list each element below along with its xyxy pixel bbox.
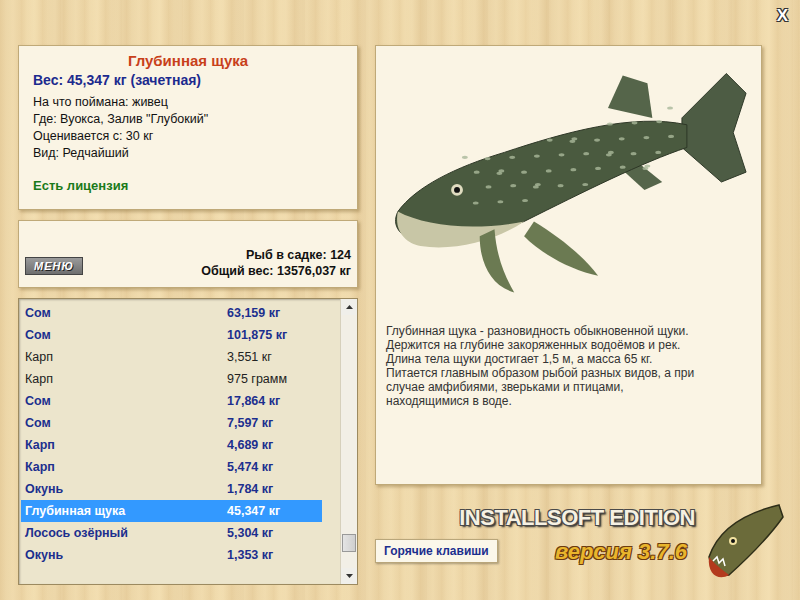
pike-picture [386, 62, 751, 302]
keepnet-stats: Рыб в садке: 124Общий вес: 13576,037 кг [201, 247, 351, 279]
catch-name: Сом [25, 306, 227, 320]
fish-weight: Вес: 45,347 кг (зачетная) [33, 72, 343, 88]
fish-detail: Оценивается с: 30 кг [33, 128, 343, 145]
window-header: X [18, 0, 792, 45]
fish-detail: Где: Вуокса, Залив "Глубокий" [33, 111, 343, 128]
catch-name: Окунь [25, 548, 227, 562]
version-label: версия 3.7.6 [555, 539, 687, 565]
catch-name: Карп [25, 372, 227, 386]
brand-area: INSTALLSOFT EDITION Горячие клавиши версия… [375, 505, 695, 563]
catch-weight: 1,353 кг [227, 548, 322, 562]
catch-weight: 3,551 кг [227, 350, 322, 364]
catch-row[interactable]: Сом17,864 кг [21, 390, 322, 412]
catch-weight: 45,347 кг [227, 504, 322, 518]
right-column: Глубинная щука - разновидность обыкновен… [375, 45, 792, 600]
description-line: Держится на глубине закоряженных водоёмо… [386, 338, 751, 352]
catch-row[interactable]: Карп5,474 кг [21, 456, 322, 478]
logo [699, 497, 787, 585]
catch-row[interactable]: Окунь1,784 кг [21, 478, 322, 500]
catch-weight: 5,304 кг [227, 526, 322, 540]
close-button[interactable]: X [773, 6, 792, 26]
scroll-down-button[interactable] [341, 568, 357, 584]
main-area: Глубинная щука Вес: 45,347 кг (зачетная) Н… [18, 45, 792, 600]
fish-picture [386, 54, 751, 309]
scroll-space [341, 315, 357, 534]
catch-row[interactable]: Глубинная щука45,347 кг [21, 500, 322, 522]
total-weight: Общий вес: 13576,037 кг [201, 263, 351, 279]
catch-weight: 63,159 кг [227, 306, 322, 320]
catch-weight: 1,784 кг [227, 482, 322, 496]
pike-logo-icon [699, 497, 787, 585]
catch-row[interactable]: Сом63,159 кг [21, 302, 322, 324]
catch-name: Сом [25, 416, 227, 430]
scroll-track[interactable] [341, 315, 357, 568]
catch-row[interactable]: Сом101,875 кг [21, 324, 322, 346]
catch-name: Лосось озёрный [25, 526, 227, 540]
description-line: находящимися в воде. [386, 394, 751, 408]
fish-detail: Вид: Редчайший [33, 145, 343, 162]
catch-row[interactable]: Карп3,551 кг [21, 346, 322, 368]
hotkeys-button[interactable]: Горячие клавиши [375, 539, 498, 563]
catch-name: Окунь [25, 482, 227, 496]
fish-info-panel: Глубинная щука - разновидность обыкновен… [375, 45, 762, 485]
catch-weight: 975 грамм [227, 372, 322, 386]
catch-row[interactable]: Лосось озёрный5,304 кг [21, 522, 322, 544]
scrollbar[interactable] [340, 299, 357, 584]
scroll-up-button[interactable] [341, 299, 357, 315]
up-arrow-icon [346, 305, 353, 309]
catch-row[interactable]: Сом7,597 кг [21, 412, 322, 434]
brand-bottom-row: Горячие клавиши версия 3.7.6 [375, 539, 695, 563]
catch-row[interactable]: Окунь1,353 кг [21, 544, 322, 566]
scroll-thumb[interactable] [342, 534, 356, 552]
description-line: Длина тела щуки достигает 1,5 м, а масса… [386, 352, 751, 366]
fish-description: Глубинная щука - разновидность обыкновен… [386, 324, 751, 408]
catch-name: Глубинная щука [25, 504, 227, 518]
catch-name: Карп [25, 350, 227, 364]
fish-count: Рыб в садке: 124 [201, 247, 351, 263]
catch-name: Сом [25, 328, 227, 342]
keepnet-panel: МЕНЮ Рыб в садке: 124Общий вес: 13576,037… [18, 220, 358, 288]
catch-weight: 4,689 кг [227, 438, 322, 452]
menu-button[interactable]: МЕНЮ [25, 257, 83, 275]
fish-title: Глубинная щука [33, 52, 343, 69]
catch-name: Карп [25, 460, 227, 474]
license-status: Есть лицензия [33, 178, 343, 193]
scroll-space [341, 552, 357, 568]
edition-name: INSTALLSOFT EDITION [459, 505, 695, 531]
fish-card: Глубинная щука Вес: 45,347 кг (зачетная) Н… [18, 45, 358, 210]
description-line: Глубинная щука - разновидность обыкновен… [386, 324, 751, 338]
catch-list: Сом63,159 кгСом101,875 кгКарп3,551 кгКар… [18, 298, 358, 585]
fish-detail: На что поймана: живец [33, 94, 343, 111]
catch-weight: 7,597 кг [227, 416, 322, 430]
bottom-bar: INSTALLSOFT EDITION Горячие клавиши версия… [375, 485, 792, 600]
catch-name: Сом [25, 394, 227, 408]
down-arrow-icon [346, 574, 353, 578]
description-line: случае амфибиями, зверьками и птицами, [386, 380, 751, 394]
catch-weight: 5,474 кг [227, 460, 322, 474]
catch-weight: 101,875 кг [227, 328, 322, 342]
catch-weight: 17,864 кг [227, 394, 322, 408]
catch-list-body: Сом63,159 кгСом101,875 кгКарп3,551 кгКар… [19, 299, 340, 584]
catch-window: X Глубинная щука Вес: 45,347 кг (зачетная)… [0, 0, 800, 600]
catch-row[interactable]: Карп4,689 кг [21, 434, 322, 456]
left-column: Глубинная щука Вес: 45,347 кг (зачетная) Н… [18, 45, 358, 600]
description-line: Питается главным образом рыбой разных ви… [386, 366, 751, 380]
catch-name: Карп [25, 438, 227, 452]
catch-row[interactable]: Карп975 грамм [21, 368, 322, 390]
